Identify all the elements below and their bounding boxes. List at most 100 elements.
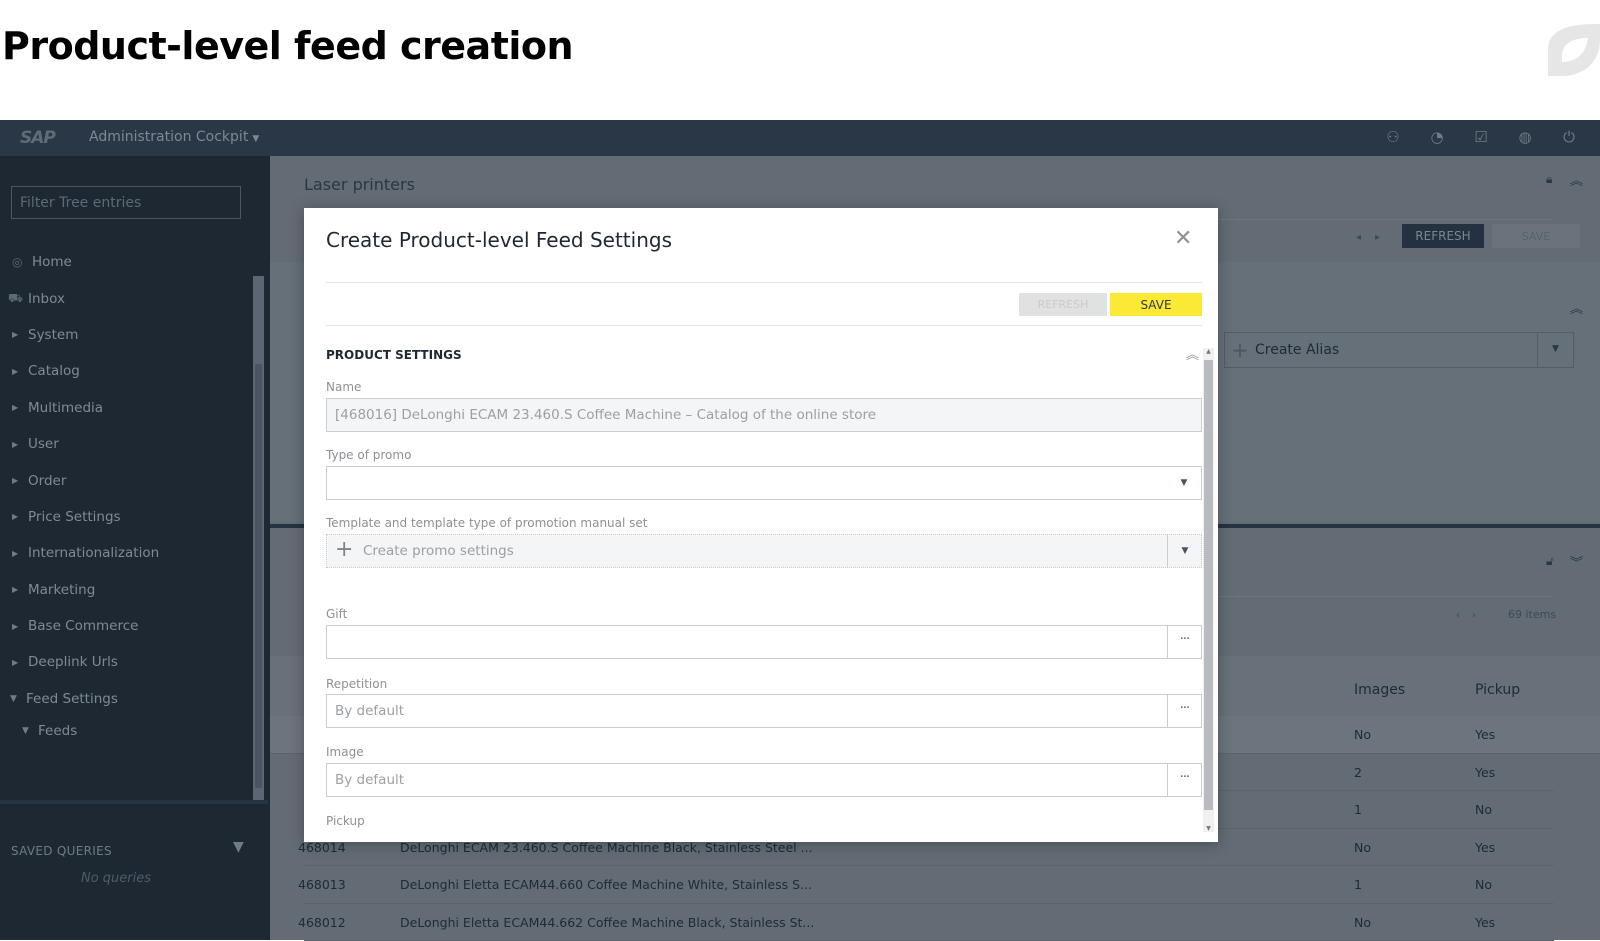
unlock-icon[interactable]: 🔓︎ bbox=[1546, 554, 1554, 569]
cell-id: 468013 bbox=[298, 877, 346, 892]
sidebar-item-feed-settings[interactable]: ▼Feed Settings bbox=[0, 681, 252, 717]
scrollbar-thumb[interactable] bbox=[255, 364, 262, 788]
caret-right-icon: ▶ bbox=[12, 658, 28, 667]
plus-icon: + bbox=[335, 537, 353, 562]
repetition-label: Repetition bbox=[326, 677, 387, 691]
sidebar-item-label: Deeplink Urls bbox=[28, 654, 118, 670]
tasks-check-icon[interactable]: ☑ bbox=[1472, 128, 1490, 146]
sidebar-item-label: Home bbox=[32, 254, 72, 270]
gift-field[interactable]: ··· bbox=[326, 625, 1202, 659]
chevron-down-icon[interactable]: ▼ bbox=[1167, 535, 1201, 567]
type-of-promo-select[interactable]: ▼ bbox=[326, 466, 1202, 500]
dialog-body: PRODUCT SETTINGS ︽ Name [468016] DeLongh… bbox=[304, 326, 1218, 842]
column-header-pickup[interactable]: Pickup bbox=[1475, 682, 1520, 698]
cell-images: 1 bbox=[1354, 877, 1362, 892]
more-icon[interactable]: ··· bbox=[1167, 626, 1201, 658]
expand-down-icon[interactable]: ︾ bbox=[1570, 552, 1583, 571]
type-of-promo-label: Type of promo bbox=[326, 448, 411, 462]
table-row[interactable]: 468013 DeLonghi Eletta ECAM44.660 Coffee… bbox=[304, 866, 1554, 904]
sidebar: ◎Home ⛟Inbox ▶System ▶Catalog ▶Multimedi… bbox=[0, 156, 268, 940]
scroll-up-icon[interactable]: ▲ bbox=[1203, 348, 1214, 355]
scroll-down-icon[interactable]: ▼ bbox=[1203, 825, 1214, 832]
cell-pickup: Yes bbox=[1475, 727, 1495, 742]
sidebar-item-label: Internationalization bbox=[28, 545, 159, 561]
dialog-title: Create Product-level Feed Settings bbox=[326, 228, 672, 252]
saved-queries-title: SAVED QUERIES bbox=[11, 844, 112, 858]
tree-scrollbar[interactable] bbox=[253, 276, 264, 800]
chevron-down-icon: ▼ bbox=[252, 134, 259, 144]
sidebar-item-label: User bbox=[28, 436, 59, 452]
sidebar-item-label: Marketing bbox=[28, 582, 95, 598]
help-gauge-icon[interactable]: ◔ bbox=[1428, 128, 1446, 146]
pager-arrows[interactable]: ‹› bbox=[1456, 610, 1488, 621]
cell-pickup: Yes bbox=[1475, 765, 1495, 780]
collapse-up-icon[interactable]: ︽ bbox=[1186, 344, 1199, 363]
cell-pickup: No bbox=[1475, 802, 1492, 817]
sidebar-item-label: System bbox=[28, 327, 78, 343]
sidebar-item-user[interactable]: ▶User bbox=[0, 426, 252, 462]
sidebar-item-label: Feed Settings bbox=[26, 691, 118, 707]
sidebar-item-multimedia[interactable]: ▶Multimedia bbox=[0, 390, 252, 426]
sidebar-item-home[interactable]: ◎Home bbox=[0, 244, 252, 280]
create-alias-field[interactable]: + Create Alias ▼ bbox=[1224, 332, 1574, 368]
repetition-placeholder: By default bbox=[335, 703, 404, 719]
caret-right-icon: ▶ bbox=[12, 403, 28, 412]
chevron-down-icon[interactable]: ▼ bbox=[1537, 332, 1573, 368]
name-field: [468016] DeLonghi ECAM 23.460.S Coffee M… bbox=[326, 398, 1202, 432]
column-header-images[interactable]: Images bbox=[1354, 682, 1405, 698]
collapse-up-icon[interactable]: ︽ bbox=[1570, 170, 1583, 189]
collapse-up-icon[interactable]: ︽ bbox=[1570, 298, 1583, 317]
pager-arrows[interactable]: ◂▸ bbox=[1356, 232, 1394, 243]
filter-icon[interactable]: ▼ bbox=[233, 839, 244, 855]
items-count: 69 items bbox=[1508, 608, 1556, 621]
repetition-field[interactable]: By default ··· bbox=[326, 694, 1202, 728]
plus-icon: + bbox=[1225, 338, 1255, 362]
sidebar-item-price-settings[interactable]: ▶Price Settings bbox=[0, 499, 252, 535]
gift-label: Gift bbox=[326, 607, 347, 621]
sidebar-item-label: Catalog bbox=[28, 363, 80, 379]
user-lock-icon[interactable]: ⚇ bbox=[1384, 128, 1402, 146]
filter-tree-input[interactable] bbox=[11, 186, 241, 219]
dialog-save-button[interactable]: SAVE bbox=[1110, 293, 1202, 316]
create-promo-settings-field[interactable]: + Create promo settings ▼ bbox=[326, 534, 1202, 568]
refresh-button[interactable]: REFRESH bbox=[1402, 224, 1484, 248]
sidebar-item-system[interactable]: ▶System bbox=[0, 317, 252, 353]
cell-name: DeLonghi Eletta ECAM44.660 Coffee Machin… bbox=[400, 877, 812, 892]
inbox-icon: ⛟ bbox=[8, 291, 26, 307]
power-icon[interactable]: ⏻ bbox=[1560, 128, 1578, 146]
sidebar-item-catalog[interactable]: ▶Catalog bbox=[0, 353, 252, 389]
sidebar-item-deeplink-urls[interactable]: ▶Deeplink Urls bbox=[0, 644, 252, 680]
scrollbar-thumb[interactable] bbox=[1204, 360, 1213, 810]
image-field[interactable]: By default ··· bbox=[326, 763, 1202, 797]
sidebar-item-label: Order bbox=[28, 473, 66, 489]
sidebar-item-label: Feeds bbox=[38, 723, 77, 739]
lock-icon[interactable]: 🔒︎ bbox=[1546, 172, 1552, 187]
close-icon[interactable]: ✕ bbox=[1174, 226, 1192, 251]
cell-images: No bbox=[1354, 915, 1371, 930]
sidebar-item-internationalization[interactable]: ▶Internationalization bbox=[0, 535, 252, 571]
save-button[interactable]: SAVE bbox=[1492, 224, 1580, 248]
cell-images: 2 bbox=[1354, 765, 1362, 780]
dialog-refresh-button[interactable]: REFRESH bbox=[1019, 293, 1107, 316]
more-icon[interactable]: ··· bbox=[1167, 695, 1201, 727]
navigation-tree: ◎Home ⛟Inbox ▶System ▶Catalog ▶Multimedi… bbox=[0, 244, 252, 745]
sidebar-item-base-commerce[interactable]: ▶Base Commerce bbox=[0, 608, 252, 644]
app-switcher[interactable]: Administration Cockpit▼ bbox=[89, 129, 259, 145]
panel-splitter[interactable] bbox=[0, 800, 268, 804]
create-feed-settings-dialog: Create Product-level Feed Settings ✕ REF… bbox=[304, 208, 1218, 842]
sidebar-item-inbox[interactable]: ⛟Inbox bbox=[0, 280, 252, 316]
more-icon[interactable]: ··· bbox=[1167, 764, 1201, 796]
sidebar-item-feeds[interactable]: ▼Feeds bbox=[0, 717, 252, 745]
template-label: Template and template type of promotion … bbox=[326, 516, 648, 530]
caret-right-icon: ▶ bbox=[12, 549, 28, 558]
editor-title: Laser printers bbox=[304, 175, 415, 194]
sidebar-item-order[interactable]: ▶Order bbox=[0, 462, 252, 498]
image-placeholder: By default bbox=[335, 772, 404, 788]
globe-icon[interactable]: ◍ bbox=[1516, 128, 1534, 146]
chevron-down-icon[interactable]: ▼ bbox=[1167, 467, 1201, 499]
table-row[interactable]: 468012 DeLonghi Eletta ECAM44.662 Coffee… bbox=[304, 904, 1554, 941]
caret-right-icon: ▶ bbox=[12, 622, 28, 631]
home-icon: ◎ bbox=[12, 255, 30, 269]
sidebar-item-marketing[interactable]: ▶Marketing bbox=[0, 572, 252, 608]
dialog-scrollbar[interactable]: ▲ ▼ bbox=[1203, 348, 1214, 832]
